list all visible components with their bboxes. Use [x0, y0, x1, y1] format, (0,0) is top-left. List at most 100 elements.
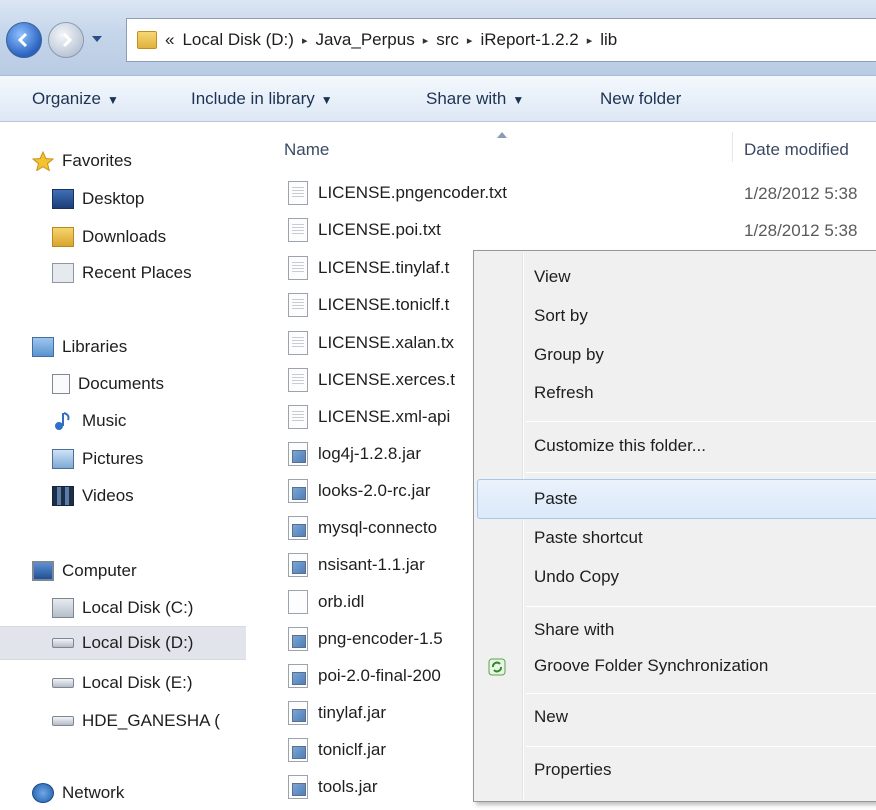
table-row[interactable]: orb.idl	[288, 585, 364, 619]
nav-label: HDE_GANESHA (	[82, 711, 220, 730]
breadcrumb-separator-icon[interactable]: ▸	[587, 34, 593, 47]
table-row[interactable]: LICENSE.toniclf.t	[288, 288, 449, 322]
jar-file-icon	[288, 553, 308, 577]
share-with-button[interactable]: Share with ▼	[426, 89, 524, 109]
table-row[interactable]: LICENSE.xml-api	[288, 400, 450, 434]
nav-computer[interactable]: Computer	[32, 554, 278, 588]
nav-documents[interactable]: Documents	[52, 367, 298, 401]
nav-network[interactable]: Network	[32, 776, 278, 810]
nav-label: Computer	[62, 561, 137, 580]
table-row[interactable]: mysql-connecto	[288, 511, 437, 545]
jar-file-icon	[288, 627, 308, 651]
nav-local-disk-d[interactable]: Local Disk (D:)	[0, 626, 246, 660]
nav-recent-places[interactable]: Recent Places	[52, 256, 298, 290]
breadcrumb-separator-icon[interactable]: ▸	[423, 34, 429, 47]
nav-label: Libraries	[62, 337, 128, 356]
menu-item-paste-shortcut[interactable]: Paste shortcut	[534, 528, 643, 548]
table-row[interactable]: toniclf.jar	[288, 733, 386, 767]
file-date: 1/28/2012 5:38	[744, 184, 858, 203]
nav-local-disk-c[interactable]: Local Disk (C:)	[52, 591, 298, 625]
menu-item-properties[interactable]: Properties	[534, 760, 611, 780]
table-row[interactable]: LICENSE.xalan.tx	[288, 326, 454, 360]
table-row[interactable]: LICENSE.xerces.t	[288, 363, 455, 397]
libraries-icon	[32, 337, 54, 357]
jar-file-icon	[288, 664, 308, 688]
recent-pages-dropdown-icon[interactable]	[92, 35, 102, 43]
nav-label: Music	[82, 411, 127, 430]
column-header-name[interactable]: Name	[284, 140, 329, 160]
menu-item-customize-folder[interactable]: Customize this folder...	[534, 436, 706, 456]
organize-button[interactable]: Organize ▼	[32, 89, 119, 109]
menu-item-groove-sync[interactable]: Groove Folder Synchronization	[534, 656, 768, 676]
table-row[interactable]: png-encoder-1.5	[288, 622, 443, 656]
breadcrumb-item[interactable]: Java_Perpus	[315, 30, 414, 50]
drive-icon	[52, 716, 74, 726]
include-label: Include in library	[191, 89, 315, 108]
menu-item-sort-by[interactable]: Sort by	[534, 306, 588, 326]
nav-desktop[interactable]: Desktop	[52, 182, 298, 216]
breadcrumb-item[interactable]: lib	[600, 30, 617, 50]
column-header-date[interactable]: Date modified	[744, 140, 849, 160]
table-row[interactable]: nsisant-1.1.jar	[288, 548, 425, 582]
nav-downloads[interactable]: Downloads	[52, 220, 298, 254]
breadcrumb-separator-icon[interactable]: ▸	[302, 34, 308, 47]
downloads-folder-icon	[52, 227, 74, 247]
file-name: tinylaf.jar	[318, 703, 387, 722]
file-name: nsisant-1.1.jar	[318, 555, 425, 574]
menu-item-refresh[interactable]: Refresh	[534, 383, 594, 403]
nav-music[interactable]: Music	[52, 404, 298, 438]
folder-icon	[137, 31, 157, 49]
text-file-icon	[288, 293, 308, 317]
menu-item-paste[interactable]: Paste	[534, 489, 577, 509]
column-divider[interactable]	[732, 132, 733, 162]
menu-item-share-with[interactable]: Share with	[534, 620, 614, 640]
breadcrumb-item[interactable]: iReport-1.2.2	[480, 30, 578, 50]
table-row[interactable]: tinylaf.jar	[288, 696, 386, 730]
table-row[interactable]: tools.jar	[288, 770, 378, 804]
file-name: toniclf.jar	[318, 740, 387, 759]
table-row[interactable]: LICENSE.poi.txt	[288, 213, 441, 247]
table-row[interactable]: poi-2.0-final-200	[288, 659, 441, 693]
table-row[interactable]: looks-2.0-rc.jar	[288, 474, 430, 508]
include-in-library-button[interactable]: Include in library ▼	[191, 89, 333, 109]
breadcrumb-item[interactable]: Local Disk (D:)	[182, 30, 293, 50]
breadcrumb-item[interactable]: src	[436, 30, 459, 50]
back-button[interactable]	[6, 22, 42, 58]
back-arrow-icon	[17, 32, 28, 48]
drive-icon	[52, 638, 74, 648]
nav-favorites[interactable]: Favorites	[32, 144, 278, 178]
table-row[interactable]: LICENSE.tinylaf.t	[288, 251, 449, 285]
table-row[interactable]: LICENSE.pngencoder.txt	[288, 176, 507, 210]
nav-libraries[interactable]: Libraries	[32, 330, 278, 364]
file-date: 1/28/2012 5:38	[744, 221, 858, 240]
system-drive-icon	[52, 598, 74, 618]
nav-label: Local Disk (E:)	[82, 673, 193, 692]
chevron-down-icon: ▼	[106, 93, 119, 107]
file-name: png-encoder-1.5	[318, 629, 443, 648]
jar-file-icon	[288, 738, 308, 762]
nav-local-disk-e[interactable]: Local Disk (E:)	[52, 666, 298, 700]
forward-button[interactable]	[48, 22, 84, 58]
breadcrumb[interactable]: « Local Disk (D:) ▸ Java_Perpus ▸ src ▸ …	[126, 18, 876, 62]
nav-hde-ganesha[interactable]: HDE_GANESHA (	[52, 704, 298, 738]
sort-ascending-icon	[497, 132, 507, 138]
nav-videos[interactable]: Videos	[52, 479, 298, 513]
breadcrumb-separator-icon[interactable]: ▸	[467, 34, 473, 47]
nav-label: Local Disk (D:)	[82, 633, 194, 652]
jar-file-icon	[288, 479, 308, 503]
nav-pictures[interactable]: Pictures	[52, 442, 298, 476]
menu-item-group-by[interactable]: Group by	[534, 345, 604, 365]
menu-item-new[interactable]: New	[534, 707, 568, 727]
menu-item-undo-copy[interactable]: Undo Copy	[534, 567, 619, 587]
menu-item-view[interactable]: View	[534, 267, 571, 287]
nav-label: Documents	[78, 374, 164, 393]
nav-label: Local Disk (C:)	[82, 598, 194, 617]
breadcrumb-overflow[interactable]: «	[165, 30, 174, 50]
file-name: LICENSE.xml-api	[318, 407, 451, 426]
desktop-icon	[52, 189, 74, 209]
table-row[interactable]: log4j-1.2.8.jar	[288, 437, 421, 471]
jar-file-icon	[288, 442, 308, 466]
new-folder-button[interactable]: New folder	[600, 89, 681, 109]
nav-label: Network	[62, 783, 125, 802]
videos-icon	[52, 486, 74, 506]
